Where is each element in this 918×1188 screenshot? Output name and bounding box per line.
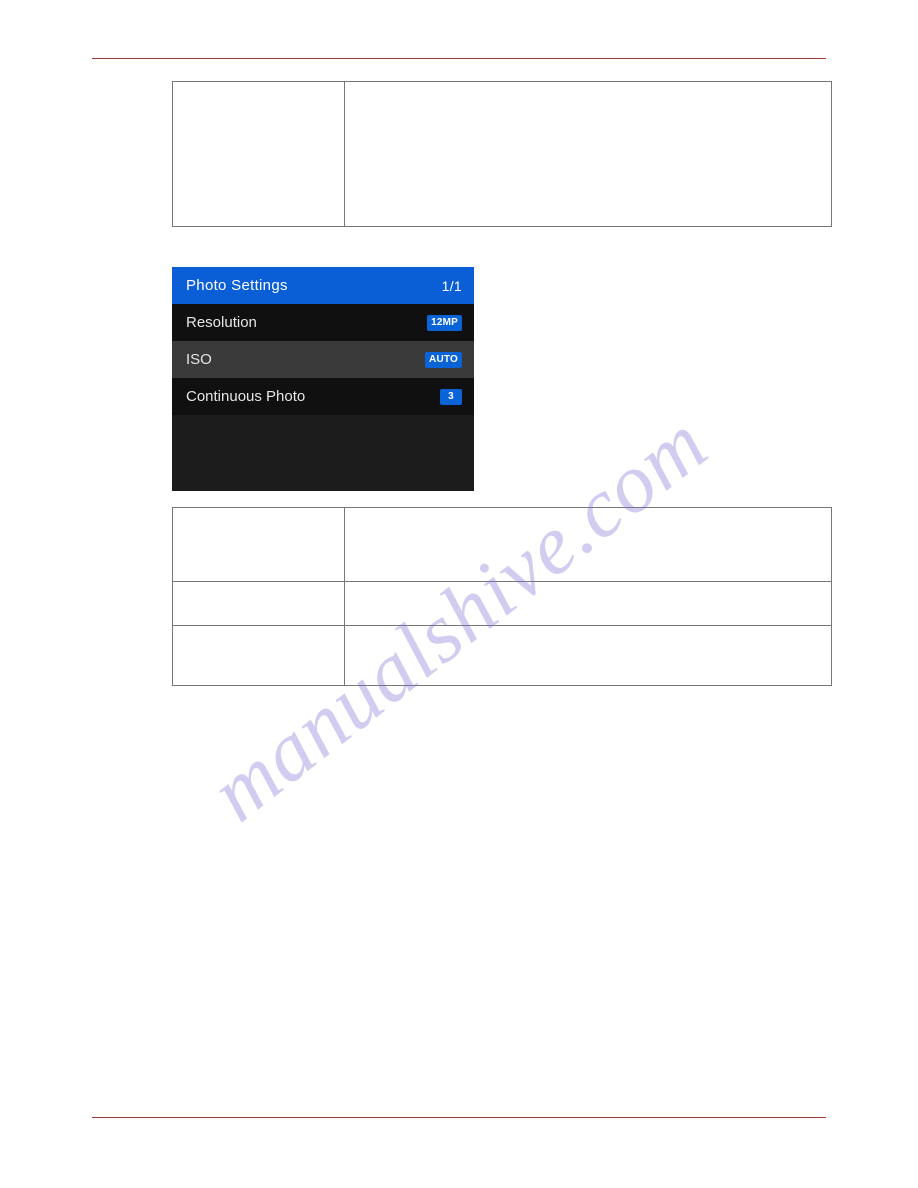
device-screenshot: Photo Settings 1/1 Resolution 12MP ISO A… [172,267,826,491]
value-badge: 12MP [427,315,462,331]
table-cell [173,82,345,227]
page: Photo Settings 1/1 Resolution 12MP ISO A… [0,0,918,1188]
menu-item-label: Continuous Photo [186,388,305,405]
screen-header: Photo Settings 1/1 [172,267,474,304]
screen-page-indicator: 1/1 [442,278,462,294]
menu-item-iso[interactable]: ISO AUTO [172,341,474,378]
menu-item-resolution[interactable]: Resolution 12MP [172,304,474,341]
screen-blank-area [172,415,474,491]
table-cell [345,508,832,582]
top-table [172,81,832,227]
bottom-table [172,507,832,686]
table-row [173,508,832,582]
table-row [173,626,832,686]
table-row [173,82,832,227]
table-cell [345,82,832,227]
table-cell [345,582,832,626]
table-cell [173,626,345,686]
photo-settings-screen: Photo Settings 1/1 Resolution 12MP ISO A… [172,267,474,491]
value-badge: 3 [440,389,462,405]
table-cell [345,626,832,686]
menu-item-label: Resolution [186,314,257,331]
table-cell [173,582,345,626]
table-cell [173,508,345,582]
value-badge: AUTO [425,352,462,368]
menu-item-continuous-photo[interactable]: Continuous Photo 3 [172,378,474,415]
bottom-rule [92,1117,826,1118]
table-row [173,582,832,626]
top-rule [92,58,826,59]
screen-title: Photo Settings [186,277,288,294]
menu-item-label: ISO [186,351,212,368]
